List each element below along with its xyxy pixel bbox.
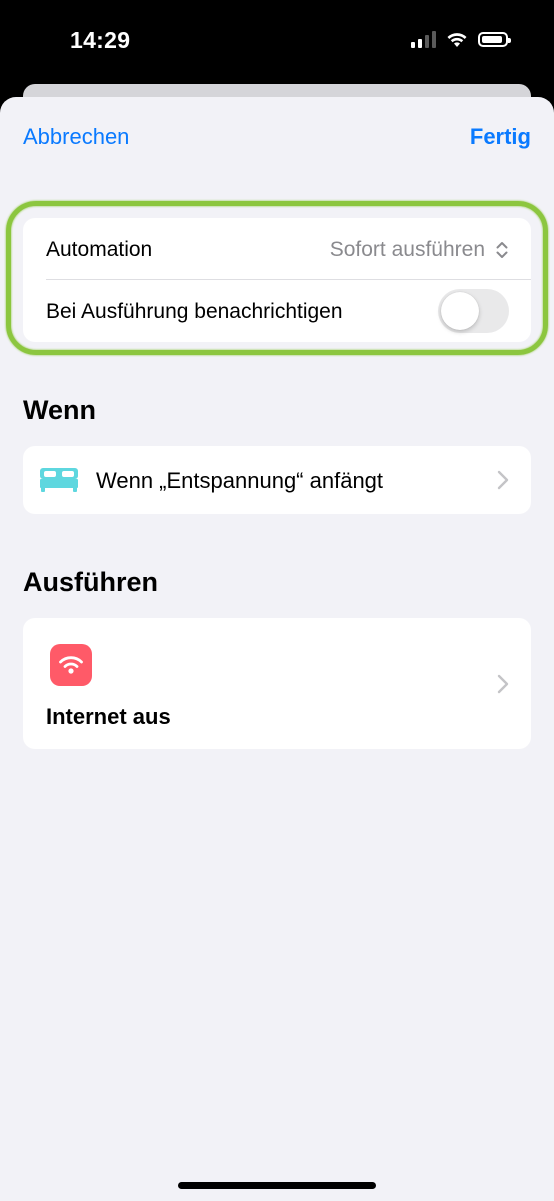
wifi-icon xyxy=(447,32,467,47)
chevron-right-icon xyxy=(497,470,509,490)
chevron-right-icon xyxy=(497,674,509,694)
battery-icon xyxy=(478,31,511,47)
done-button[interactable]: Fertig xyxy=(470,124,531,150)
trigger-label: Wenn „Entspannung“ anfängt xyxy=(96,468,384,493)
home-indicator[interactable] xyxy=(178,1182,376,1189)
wifi-action-icon xyxy=(50,644,92,686)
highlight-outline xyxy=(6,201,548,355)
action-card[interactable]: Internet aus xyxy=(23,618,531,749)
cancel-button[interactable]: Abbrechen xyxy=(23,124,129,150)
cellular-signal-icon xyxy=(411,30,436,48)
trigger-row[interactable]: Wenn „Entspannung“ anfängt xyxy=(23,446,531,514)
bed-icon xyxy=(40,468,78,492)
status-time: 14:29 xyxy=(70,27,131,53)
do-section-title: Ausführen xyxy=(23,567,158,597)
wifi-icon xyxy=(59,656,83,674)
status-icons xyxy=(411,30,511,48)
status-bar: 14:29 xyxy=(0,0,554,84)
action-label: Internet aus xyxy=(46,704,171,729)
when-section-title: Wenn xyxy=(23,395,96,425)
